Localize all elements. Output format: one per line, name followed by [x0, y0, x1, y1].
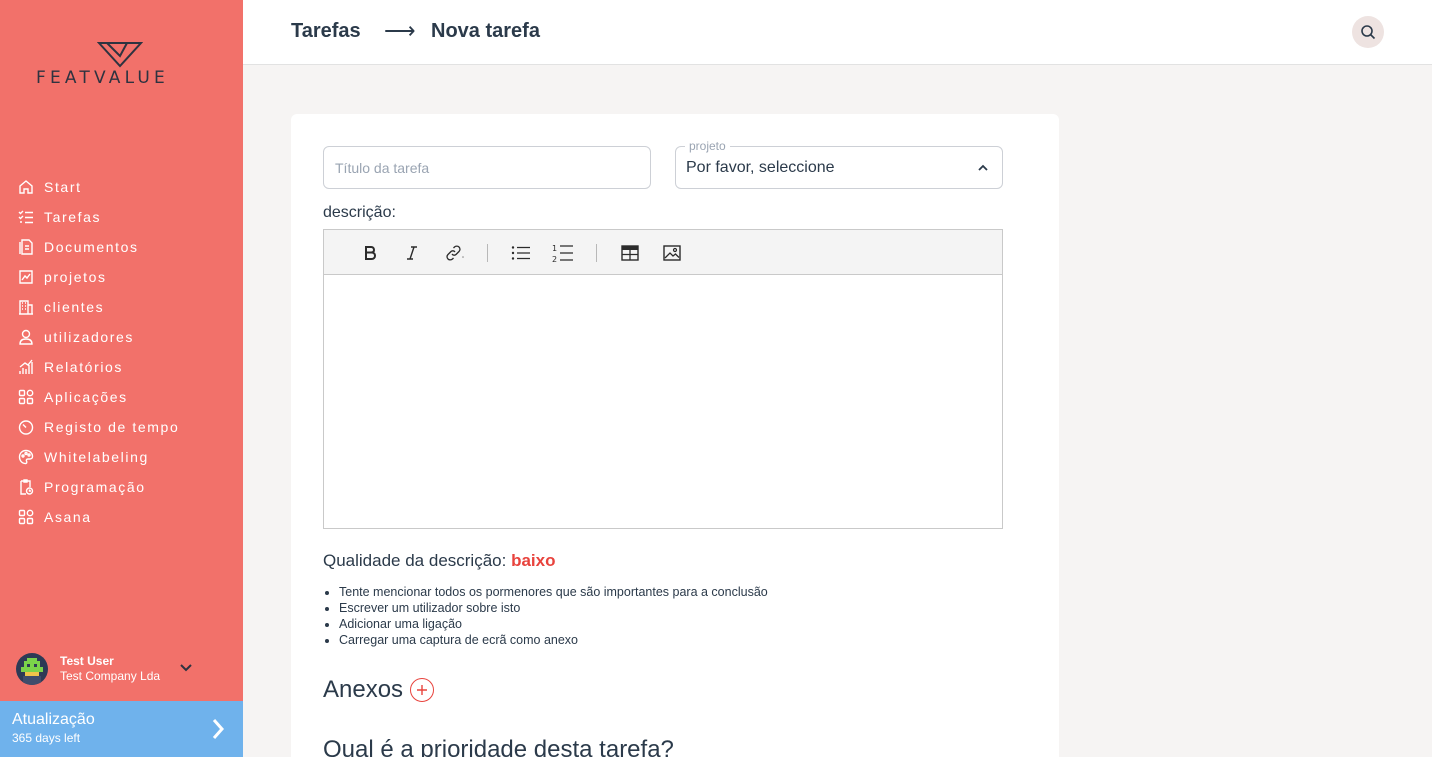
documents-icon	[17, 238, 35, 256]
user-company: Test Company Lda	[60, 669, 161, 683]
sidebar-item-tarefas[interactable]: Tarefas	[0, 202, 243, 232]
sidebar-item-label: Aplicações	[44, 389, 128, 405]
featvalue-logo[interactable]: FEATVALUE	[36, 40, 208, 90]
logo-text: FEATVALUE	[36, 68, 169, 88]
reports-icon	[17, 358, 35, 376]
quality-label: Qualidade da descrição:	[323, 551, 507, 570]
upgrade-title: Atualização	[12, 711, 95, 728]
priority-heading: Qual é a prioridade desta tarefa?	[323, 736, 674, 757]
description-quality: Qualidade da descrição: baixo	[323, 551, 555, 571]
bold-icon	[365, 246, 377, 260]
palette-icon	[17, 448, 35, 466]
logo-mark-icon	[97, 42, 143, 68]
list-item: Tente mencionar todos os pormenores que …	[339, 584, 768, 600]
chevron-down-icon	[180, 664, 192, 672]
description-editor: 12	[323, 229, 1003, 529]
user-icon	[17, 328, 35, 346]
user-menu[interactable]: Test User Test Company Lda	[16, 652, 226, 686]
editor-text-area[interactable]	[324, 275, 1002, 528]
top-header: Tarefas ⟶ Nova tarefa	[243, 0, 1432, 65]
upgrade-days-left: 365 days left	[12, 731, 81, 745]
sidebar-item-documentos[interactable]: Documentos	[0, 232, 243, 262]
project-select[interactable]: projeto Por favor, seleccione	[675, 139, 1003, 189]
chevron-up-icon	[978, 164, 988, 171]
sidebar-item-label: utilizadores	[44, 329, 135, 345]
sidebar-item-label: Tarefas	[44, 209, 102, 225]
quality-tips-list: Tente mencionar todos os pormenores que …	[339, 584, 768, 648]
sidebar-item-projetos[interactable]: projetos	[0, 262, 243, 292]
timer-icon	[17, 418, 35, 436]
sidebar-item-label: Registo de tempo	[44, 419, 180, 435]
sidebar-item-programacao[interactable]: Programação	[0, 472, 243, 502]
sidebar-item-label: projetos	[44, 269, 107, 285]
user-name: Test User	[60, 654, 114, 668]
search-icon	[1361, 25, 1376, 40]
image-icon	[663, 245, 681, 261]
table-icon	[621, 245, 639, 261]
quality-value-badge: baixo	[511, 551, 556, 570]
sidebar-item-clientes[interactable]: clientes	[0, 292, 243, 322]
list-item: Carregar uma captura de ecrã como anexo	[339, 632, 768, 648]
breadcrumb-arrow-icon: ⟶	[384, 18, 416, 43]
avatar	[16, 653, 48, 685]
numbered-list-button[interactable]: 12	[551, 241, 575, 265]
attachments-heading: Anexos	[323, 676, 404, 703]
svg-text:1: 1	[552, 244, 557, 253]
add-attachment-button[interactable]	[410, 678, 435, 702]
apps-icon	[17, 388, 35, 406]
clients-icon	[17, 298, 35, 316]
sidebar-item-label: Programação	[44, 479, 146, 495]
schedule-icon	[17, 478, 35, 496]
sidebar-item-label: Relatórios	[44, 359, 124, 375]
sidebar-item-label: Whitelabeling	[44, 449, 149, 465]
sidebar-item-asana[interactable]: Asana	[0, 502, 243, 532]
list-item: Adicionar uma ligação	[339, 616, 768, 632]
sidebar-item-utilizadores[interactable]: utilizadores	[0, 322, 243, 352]
numbered-list-icon: 12	[552, 244, 573, 263]
search-button[interactable]	[1352, 16, 1384, 48]
sidebar-item-label: clientes	[44, 299, 105, 315]
sidebar-item-label: Documentos	[44, 239, 139, 255]
task-title-input[interactable]	[323, 146, 651, 189]
apps-icon	[17, 508, 35, 526]
insert-image-button[interactable]	[660, 241, 684, 265]
insert-table-button[interactable]	[618, 241, 642, 265]
projects-icon	[17, 268, 35, 286]
sidebar-item-aplicacoes[interactable]: Aplicações	[0, 382, 243, 412]
toolbar-divider	[596, 244, 597, 262]
bullet-list-icon	[511, 246, 530, 260]
link-button[interactable]	[443, 241, 467, 265]
home-icon	[17, 178, 35, 196]
tasks-icon	[17, 208, 35, 226]
page-title: Nova tarefa	[431, 20, 540, 42]
sidebar-item-relatorios[interactable]: Relatórios	[0, 352, 243, 382]
bold-button[interactable]	[358, 241, 382, 265]
sidebar-item-whitelabeling[interactable]: Whitelabeling	[0, 442, 243, 472]
breadcrumb-tarefas[interactable]: Tarefas	[291, 20, 361, 43]
toolbar-divider	[487, 244, 488, 262]
description-label: descrição:	[323, 204, 396, 221]
bullet-list-button[interactable]	[509, 241, 533, 265]
sidebar-item-label: Asana	[44, 509, 92, 525]
upgrade-banner[interactable]: Atualização 365 days left	[0, 701, 243, 757]
sidebar-nav: Start Tarefas Documentos projetos client…	[0, 172, 243, 532]
svg-text:2: 2	[552, 255, 557, 263]
project-selected-value: Por favor, seleccione	[686, 159, 835, 176]
sidebar-item-start[interactable]: Start	[0, 172, 243, 202]
attachments-section: Anexos	[323, 676, 435, 704]
plus-icon	[417, 685, 428, 695]
sidebar-item-label: Start	[44, 179, 82, 195]
italic-icon	[407, 246, 417, 260]
list-item: Escrever um utilizador sobre isto	[339, 600, 768, 616]
editor-toolbar: 12	[324, 230, 1002, 275]
sidebar: FEATVALUE Start Tarefas Documentos proje…	[0, 0, 243, 757]
project-label: projeto	[685, 139, 730, 153]
task-form-card: projeto Por favor, seleccione descrição:…	[291, 114, 1059, 757]
link-icon	[446, 245, 464, 261]
italic-button[interactable]	[400, 241, 424, 265]
sidebar-item-registo-de-tempo[interactable]: Registo de tempo	[0, 412, 243, 442]
chevron-right-icon	[212, 719, 225, 739]
